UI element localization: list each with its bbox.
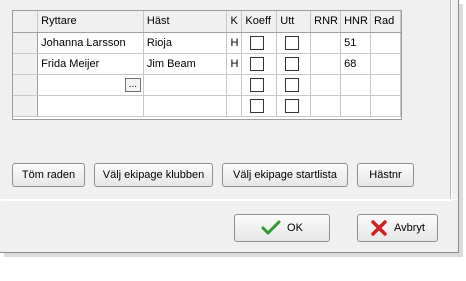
cell-rnr[interactable] <box>310 95 342 117</box>
cell-ryttare[interactable]: Frida Meijer <box>37 53 144 75</box>
hastnr-label: Hästnr <box>369 169 402 181</box>
utt-checkbox[interactable] <box>285 56 300 71</box>
valj-ekipage-klubben-button[interactable]: Välj ekipage klubben <box>94 163 213 187</box>
avbryt-label: Avbryt <box>394 222 425 235</box>
column-header-hast[interactable]: Häst <box>143 11 228 33</box>
separator <box>0 199 458 200</box>
dialog: Ryttare Häst K Koeff Utt RNR HNR Rad Joh… <box>0 0 459 253</box>
checkmark-icon <box>261 220 281 235</box>
utt-checkbox[interactable] <box>285 77 300 92</box>
cell-koeff[interactable] <box>241 95 278 117</box>
column-header-k[interactable]: K <box>226 11 243 33</box>
cell-koeff[interactable] <box>241 32 278 54</box>
header-row: Ryttare Häst K Koeff Utt RNR HNR Rad <box>13 11 401 33</box>
cell-k[interactable]: H <box>226 53 243 75</box>
column-header-utt[interactable]: Utt <box>276 11 312 33</box>
tom-raden-label: Töm raden <box>21 169 76 181</box>
cell-hnr[interactable] <box>340 95 372 117</box>
cell-utt[interactable] <box>276 53 312 75</box>
table-row[interactable]: Frida Meijer Jim Beam H 68 <box>13 53 401 75</box>
valj-ekipage-startlista-button[interactable]: Välj ekipage startlista <box>222 163 348 187</box>
valj-ekipage-klubben-label: Välj ekipage klubben <box>102 169 205 181</box>
grid-group: Ryttare Häst K Koeff Utt RNR HNR Rad Joh… <box>0 0 451 200</box>
table-row[interactable] <box>13 95 401 117</box>
cell-hnr[interactable]: 68 <box>340 53 372 75</box>
cell-hast[interactable]: Jim Beam <box>143 53 228 75</box>
cell-rad[interactable] <box>370 95 401 117</box>
cell-ryttare[interactable]: Johanna Larsson <box>37 32 144 54</box>
ok-label: OK <box>287 222 303 235</box>
koeff-checkbox[interactable] <box>250 77 265 92</box>
valj-ekipage-startlista-label: Välj ekipage startlista <box>233 169 337 181</box>
table-row[interactable]: ... <box>13 74 401 96</box>
row-indicator[interactable] <box>13 53 39 75</box>
cell-hast[interactable] <box>143 95 228 117</box>
cell-hnr[interactable] <box>340 74 372 96</box>
cell-k[interactable] <box>226 74 243 96</box>
cell-utt[interactable] <box>276 32 312 54</box>
cell-utt[interactable] <box>276 95 312 117</box>
utt-checkbox[interactable] <box>285 35 300 50</box>
tom-raden-button[interactable]: Töm raden <box>12 163 85 187</box>
cell-hnr[interactable]: 51 <box>340 32 372 54</box>
column-header-hnr[interactable]: HNR <box>340 11 372 33</box>
ok-button[interactable]: OK <box>234 214 330 242</box>
cell-koeff[interactable] <box>241 74 278 96</box>
column-header-ryttare[interactable]: Ryttare <box>37 11 144 33</box>
cell-utt[interactable] <box>276 74 312 96</box>
table-row[interactable]: Johanna Larsson Rioja H 51 <box>13 32 401 54</box>
entries-grid[interactable]: Ryttare Häst K Koeff Utt RNR HNR Rad Joh… <box>12 10 402 120</box>
row-indicator-header <box>13 11 39 33</box>
row-indicator[interactable] <box>13 74 39 96</box>
dialog-shadow-bottom <box>4 253 463 257</box>
cell-rad[interactable] <box>370 74 401 96</box>
row-indicator[interactable] <box>13 95 39 117</box>
cell-k[interactable]: H <box>226 32 243 54</box>
cell-hast[interactable] <box>143 74 228 96</box>
dialog-shadow-right <box>459 4 463 257</box>
cell-rnr[interactable] <box>310 53 342 75</box>
cross-icon <box>371 220 387 236</box>
cell-rnr[interactable] <box>310 74 342 96</box>
utt-checkbox[interactable] <box>285 98 300 113</box>
cell-k[interactable] <box>226 95 243 117</box>
avbryt-button[interactable]: Avbryt <box>357 214 438 242</box>
cell-koeff[interactable] <box>241 53 278 75</box>
cell-rnr[interactable] <box>310 32 342 54</box>
cell-ryttare[interactable]: ... <box>37 74 144 96</box>
column-header-koeff[interactable]: Koeff <box>241 11 278 33</box>
column-header-rad[interactable]: Rad <box>370 11 401 33</box>
hastnr-button[interactable]: Hästnr <box>357 163 414 187</box>
cell-ryttare[interactable] <box>37 95 144 117</box>
koeff-checkbox[interactable] <box>250 56 265 71</box>
column-header-rnr[interactable]: RNR <box>310 11 342 33</box>
row-indicator[interactable] <box>13 32 39 54</box>
ryttare-lookup-button[interactable]: ... <box>124 77 141 92</box>
cell-hast[interactable]: Rioja <box>143 32 228 54</box>
entries-table: Ryttare Häst K Koeff Utt RNR HNR Rad Joh… <box>13 11 401 117</box>
koeff-checkbox[interactable] <box>250 35 265 50</box>
cell-rad[interactable] <box>370 32 401 54</box>
cell-rad[interactable] <box>370 53 401 75</box>
koeff-checkbox[interactable] <box>250 98 265 113</box>
